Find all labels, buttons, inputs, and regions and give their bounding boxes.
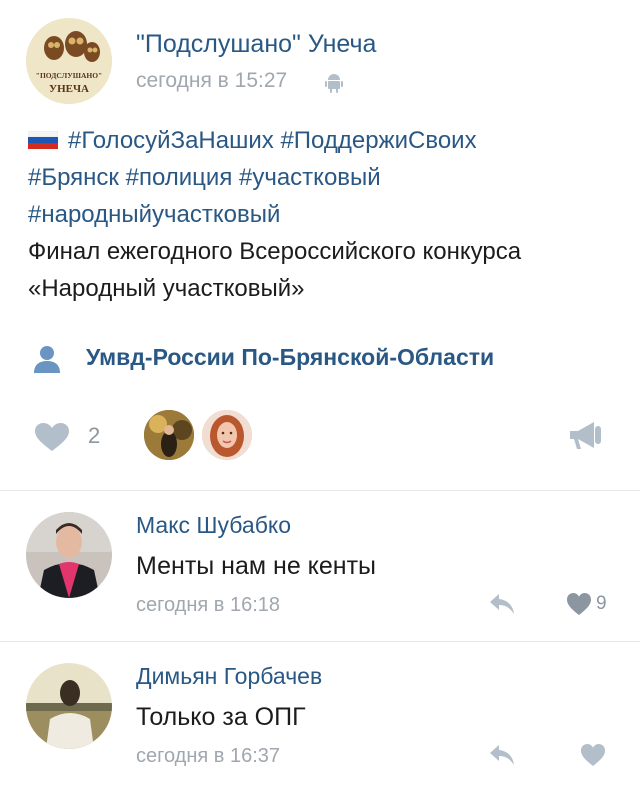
liker-avatar[interactable] — [144, 410, 194, 460]
divider — [0, 641, 640, 642]
comment-like-count[interactable]: 9 — [596, 593, 607, 615]
post-body-line-2: «Народный участковый» — [28, 275, 305, 302]
group-avatar-image: "ПОДСЛУШАНО" УНЕЧА — [26, 18, 112, 104]
hashtag-line-2[interactable]: #Брянск #полиция #участковый — [28, 159, 628, 196]
divider — [0, 490, 640, 491]
hashtag-line-1: #ГолосуйЗаНаших #ПоддержиСвоих — [28, 122, 628, 159]
signer-name[interactable]: Умвд-России По-Брянской-Области — [86, 344, 494, 371]
russia-flag-icon — [28, 131, 58, 149]
liker-avatar-image — [202, 410, 252, 460]
comment-avatar-image — [26, 663, 112, 749]
comment: Димьян Горбачев Только за ОПГ сегодня в … — [26, 663, 626, 783]
post-actions: 2 — [28, 408, 612, 462]
comment-text: Только за ОПГ — [136, 703, 306, 731]
megaphone-share-icon[interactable] — [568, 420, 602, 450]
svg-text:УНЕЧА: УНЕЧА — [49, 83, 89, 95]
like-count[interactable]: 2 — [88, 423, 100, 449]
reply-icon[interactable] — [488, 592, 516, 616]
liker-avatar[interactable] — [202, 410, 252, 460]
comment-time: сегодня в 16:37 — [136, 745, 280, 767]
heart-icon[interactable] — [580, 743, 606, 767]
hashtag-link[interactable]: #ГолосуйЗаНаших #ПоддержиСвоих — [68, 127, 477, 154]
liker-avatar-image — [144, 410, 194, 460]
comment-time: сегодня в 16:18 — [136, 594, 280, 616]
post-body-line-1: Финал ежегодного Всероссийского конкурса — [28, 238, 522, 265]
group-avatar[interactable]: "ПОДСЛУШАНО" УНЕЧА — [26, 18, 112, 104]
hashtag-line-3[interactable]: #народныйучастковый — [28, 196, 628, 233]
comment-avatar-image — [26, 512, 112, 598]
post-header: "ПОДСЛУШАНО" УНЕЧА "Подслушано" Унеча се… — [26, 18, 626, 104]
group-name[interactable]: "Подслушано" Унеча — [136, 30, 376, 59]
reply-icon[interactable] — [488, 743, 516, 767]
comment-author[interactable]: Макс Шубабко — [136, 512, 291, 539]
comment: Макс Шубабко Менты нам не кенты сегодня … — [26, 512, 626, 632]
android-icon — [325, 74, 343, 93]
comment-avatar[interactable] — [26, 512, 112, 598]
svg-text:"ПОДСЛУШАНО": "ПОДСЛУШАНО" — [36, 71, 102, 80]
post-text: #ГолосуйЗаНаших #ПоддержиСвоих #Брянск #… — [28, 122, 628, 307]
heart-icon[interactable] — [566, 592, 592, 616]
comment-author[interactable]: Димьян Горбачев — [136, 663, 322, 690]
post-time: сегодня в 15:27 — [136, 69, 288, 92]
heart-icon[interactable] — [34, 422, 70, 452]
comment-text: Менты нам не кенты — [136, 552, 377, 580]
comment-avatar[interactable] — [26, 663, 112, 749]
person-icon — [34, 346, 60, 373]
